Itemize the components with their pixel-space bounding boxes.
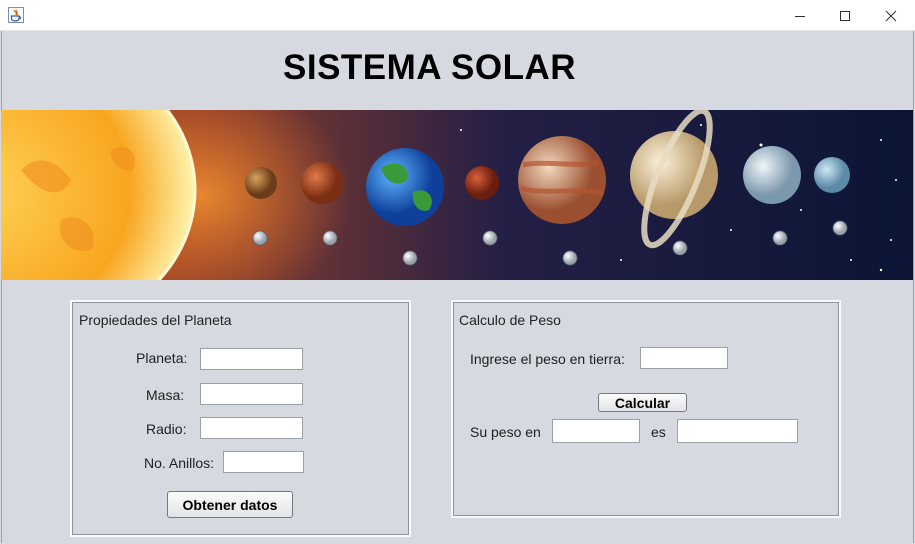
maximize-icon (840, 10, 850, 21)
close-icon (885, 10, 897, 21)
java-icon[interactable] (8, 7, 24, 23)
close-button[interactable] (868, 0, 914, 31)
masa-field[interactable] (200, 383, 303, 405)
solar-system-banner (1, 110, 913, 280)
calculo-peso-panel: Calculo de Peso Ingrese el peso en tierr… (451, 300, 841, 518)
resultado-field[interactable] (677, 419, 798, 443)
calculo-peso-title: Calculo de Peso (459, 312, 561, 328)
peso-tierra-field[interactable] (640, 347, 728, 369)
anillos-label: No. Anillos: (144, 455, 215, 471)
propiedades-panel: Propiedades del Planeta Planeta: Masa: R… (70, 300, 411, 537)
minimize-button[interactable] (777, 0, 823, 31)
su-peso-label: Su peso en (470, 424, 541, 440)
ingrese-peso-label: Ingrese el peso en tierra: (470, 351, 625, 367)
page-title: SISTEMA SOLAR (283, 48, 576, 87)
masa-label: Masa: (146, 387, 185, 403)
planeta-field[interactable] (200, 348, 303, 370)
maximize-button[interactable] (822, 0, 868, 31)
es-label: es (651, 424, 666, 440)
radio-label: Radio: (146, 421, 187, 437)
su-peso-planeta-field[interactable] (552, 419, 640, 443)
obtener-datos-button[interactable]: Obtener datos (167, 491, 293, 518)
minimize-icon (795, 15, 805, 17)
propiedades-title: Propiedades del Planeta (79, 312, 232, 328)
title-bar[interactable] (0, 0, 915, 31)
calcular-button[interactable]: Calcular (598, 393, 687, 412)
planeta-label: Planeta: (136, 350, 188, 366)
anillos-field[interactable] (223, 451, 304, 473)
radio-field[interactable] (200, 417, 303, 439)
